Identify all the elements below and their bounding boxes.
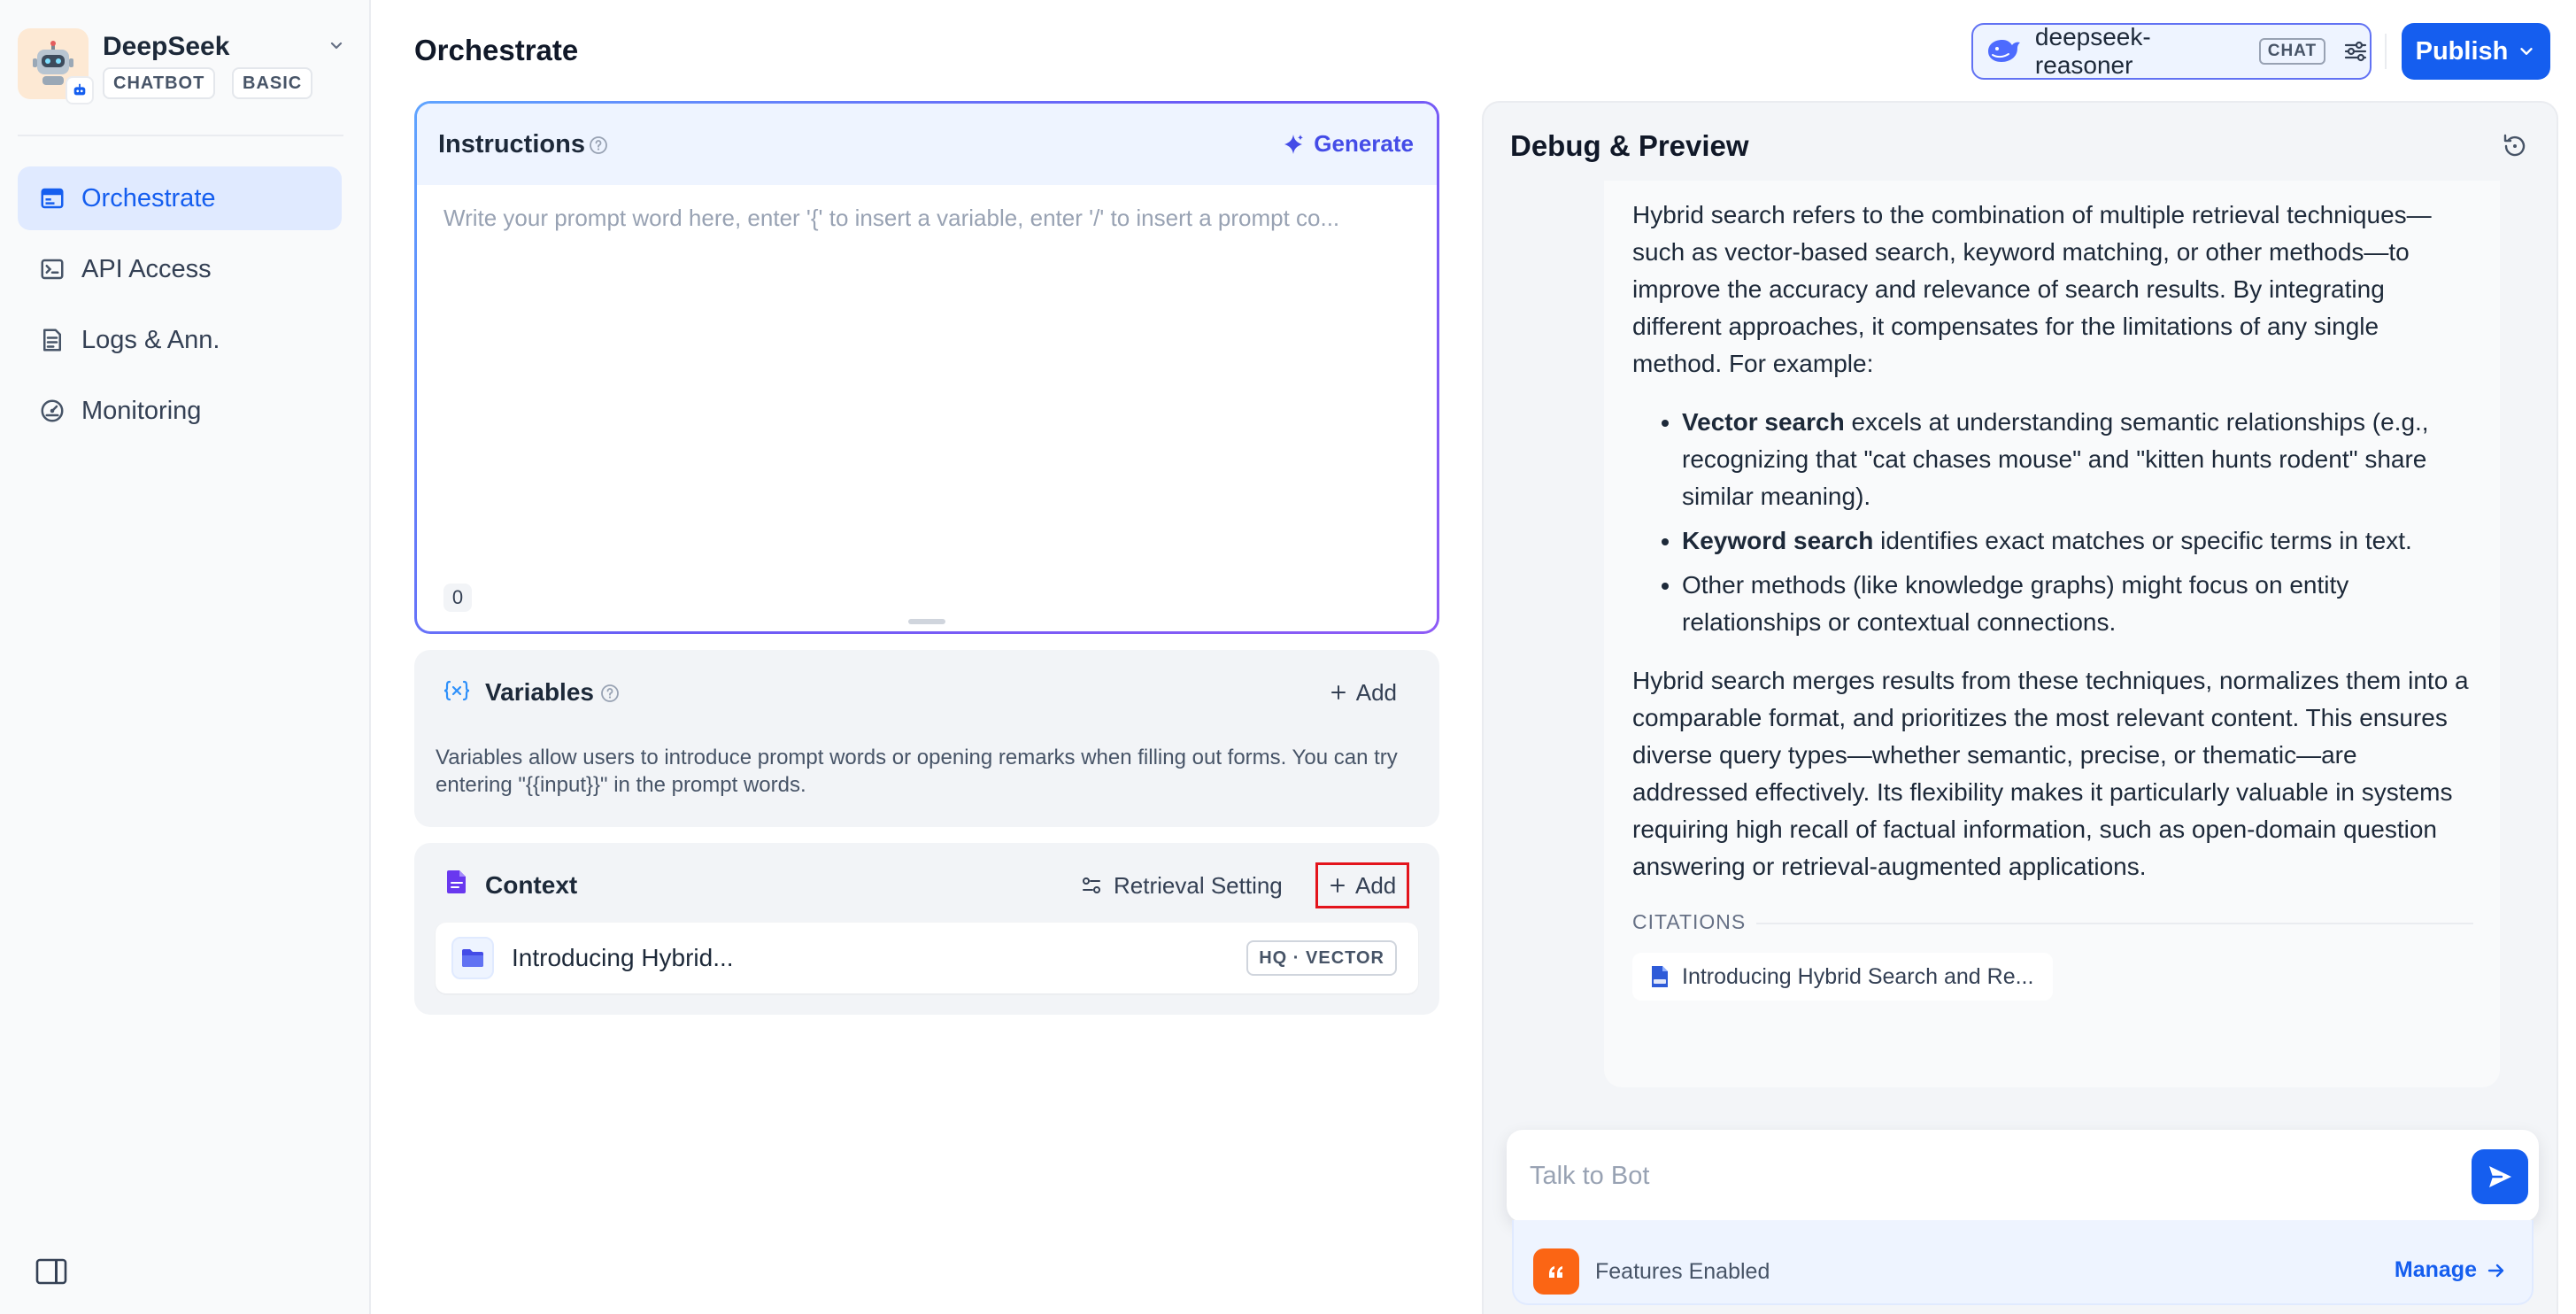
citations-header: CITATIONS (1632, 905, 2473, 940)
send-icon (2489, 1166, 2511, 1187)
dataset-name: Introducing Hybrid... (512, 944, 734, 971)
sidebar-item-label: Monitoring (81, 396, 202, 425)
plus-icon (1330, 685, 1346, 700)
variables-title: Variables (485, 678, 594, 706)
answer-body: Hybrid search refers to the combination … (1632, 197, 2473, 907)
app-type-tag: CHATBOT (103, 67, 216, 99)
help-icon[interactable] (600, 684, 620, 703)
send-button[interactable] (2472, 1149, 2528, 1204)
chevron-down-icon[interactable] (326, 35, 347, 57)
list-item: Other methods (like knowledge graphs) mi… (1682, 567, 2473, 641)
chatbot-type-badge (66, 76, 94, 104)
retrieval-setting-label: Retrieval Setting (1114, 871, 1283, 899)
model-mode-badge: CHAT (2258, 38, 2326, 65)
chevron-down-icon (2520, 48, 2534, 55)
debug-preview-panel: Debug & Preview Hybrid search refers to … (1482, 101, 2558, 1314)
add-context-button[interactable]: Add (1315, 862, 1410, 908)
dataset-item[interactable]: Introducing Hybrid... HQ · VECTOR (436, 923, 1418, 993)
document-icon (447, 870, 466, 893)
instructions-card: Instructions Generate 0 (414, 101, 1439, 634)
arrow-right-icon (2487, 1264, 2504, 1277)
sidebar-item-orchestrate[interactable]: Orchestrate (18, 166, 342, 230)
add-variable-button[interactable]: Add (1330, 676, 1397, 708)
plus-icon (1330, 878, 1345, 893)
generate-label: Generate (1314, 130, 1414, 157)
answer-intro: Hybrid search refers to the combination … (1632, 201, 2432, 377)
chat-input-box (1507, 1130, 2539, 1222)
instructions-title: Instructions (438, 130, 585, 158)
retrieval-setting-button[interactable]: Retrieval Setting (1080, 870, 1283, 901)
resize-handle[interactable] (908, 619, 945, 624)
app-name: DeepSeek (103, 32, 230, 61)
sidebar-item-api-access[interactable]: API Access (18, 237, 342, 301)
sidebar-item-label: Orchestrate (81, 183, 216, 213)
variables-description: Variables allow users to introduce promp… (436, 746, 1398, 797)
layout-icon (41, 188, 64, 209)
context-title: Context (485, 871, 578, 899)
sidebar: DeepSeek CHATBOT BASIC Orchestrate API A… (0, 0, 371, 1314)
publish-button[interactable]: Publish (2402, 23, 2550, 80)
divider (1756, 923, 2473, 924)
manage-button[interactable]: Manage (2395, 1257, 2507, 1283)
bot-icon (73, 83, 86, 96)
page-title: Orchestrate (414, 34, 579, 66)
citation-title: Introducing Hybrid Search and Re... (1682, 963, 2034, 989)
citation-item[interactable]: Introducing Hybrid Search and Re... (1632, 953, 2054, 1001)
char-count: 0 (443, 584, 472, 612)
add-label: Add (1355, 678, 1397, 706)
collapse-sidebar-icon[interactable] (35, 1257, 67, 1286)
dataset-index-badge: HQ · VECTOR (1246, 940, 1397, 976)
app-avatar (18, 28, 94, 104)
file-list-icon (43, 328, 61, 352)
publish-label: Publish (2415, 36, 2509, 66)
variables-card: Variables Add Variables allow users to i… (414, 650, 1439, 827)
sliders-icon[interactable] (2341, 37, 2370, 66)
divider (18, 135, 343, 136)
manage-label: Manage (2394, 1257, 2477, 1282)
citations-label: CITATIONS (1632, 910, 1747, 933)
add-label: Add (1355, 871, 1397, 899)
instructions-header: Instructions Generate (417, 104, 1437, 185)
context-card: Context Retrieval Setting Add Introducin… (414, 843, 1439, 1015)
app-switcher[interactable]: DeepSeek CHATBOT BASIC (18, 28, 354, 108)
sparkle-icon (1284, 134, 1304, 154)
variable-icon (443, 680, 470, 701)
generate-button[interactable]: Generate (1282, 130, 1414, 158)
debug-title: Debug & Preview (1510, 129, 1749, 162)
sidebar-item-monitoring[interactable]: Monitoring (18, 379, 342, 443)
deepseek-whale-icon (1987, 40, 2020, 62)
features-label: Features Enabled (1595, 1259, 1770, 1284)
list-item: Vector search excels at understanding se… (1682, 404, 2473, 515)
features-bar: Features Enabled Manage (1512, 1220, 2534, 1305)
model-selector[interactable]: deepseek-reasoner CHAT (1971, 23, 2372, 80)
list-item: Keyword search identifies exact matches … (1682, 522, 2473, 560)
sidebar-item-label: API Access (81, 254, 212, 283)
refresh-icon[interactable] (2500, 131, 2530, 161)
answer-bullet-list: Vector search excels at understanding se… (1657, 404, 2473, 641)
sidebar-nav: Orchestrate API Access Logs & Ann. Monit… (18, 166, 342, 450)
header-divider (2385, 34, 2387, 69)
chat-input[interactable] (1530, 1155, 2415, 1197)
bot-answer-message: Hybrid search refers to the combination … (1604, 181, 2500, 1087)
prompt-input[interactable] (443, 205, 1408, 541)
settings-sliders-icon (1083, 877, 1100, 893)
model-name: deepseek-reasoner (2034, 23, 2151, 79)
dashboard-gauge-icon (41, 399, 64, 422)
sidebar-item-logs[interactable]: Logs & Ann. (18, 308, 342, 372)
help-icon[interactable] (589, 135, 608, 155)
app-mode-tag: BASIC (232, 67, 313, 99)
sidebar-item-label: Logs & Ann. (81, 325, 220, 354)
answer-conclusion: Hybrid search merges results from these … (1632, 667, 2469, 880)
terminal-icon (41, 259, 64, 280)
folder-icon (451, 937, 494, 979)
quote-icon (1533, 1248, 1579, 1295)
docx-file-icon (1652, 966, 1668, 987)
